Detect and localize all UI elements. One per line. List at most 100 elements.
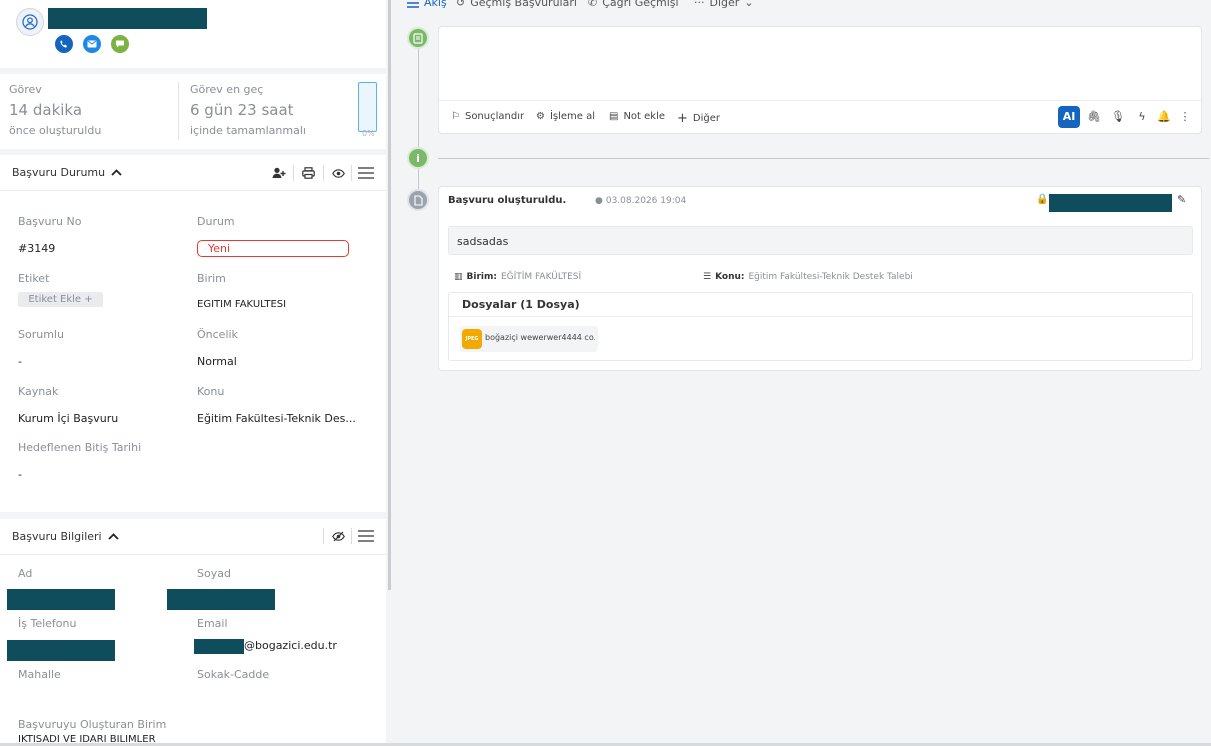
assign-user-icon[interactable] — [272, 166, 286, 180]
event-unit: ▥ Birim: EĞİTİM FAKÜLTESİ — [454, 272, 581, 282]
print-icon[interactable] — [301, 166, 315, 180]
event-subject-label: Konu: — [715, 272, 745, 282]
user-avatar-icon[interactable] — [16, 8, 44, 36]
chat-icon[interactable] — [111, 35, 129, 53]
created-value: 14 dakika — [9, 101, 83, 119]
menu-icon[interactable] — [358, 529, 374, 543]
tab-flow-label: Akış — [424, 0, 447, 9]
event-subject-value: Eğitim Fakültesi-Teknik Destek Talebi — [748, 272, 913, 282]
surname-label: Soyad — [197, 567, 231, 580]
application-no-label: Başvuru No — [18, 215, 82, 228]
tab-flow[interactable]: Akış — [407, 0, 447, 9]
menu-icon[interactable] — [358, 166, 374, 180]
add-note-button[interactable]: ▤ Not ekle — [609, 111, 665, 122]
add-note-label: Not ekle — [623, 111, 666, 122]
finalize-button[interactable]: ⚐ Sonuçlandır — [451, 111, 524, 122]
eye-icon[interactable] — [331, 166, 345, 180]
eye-slash-icon[interactable] — [331, 529, 345, 543]
flag-icon: ⚐ — [451, 111, 460, 122]
email-label: Email — [197, 617, 228, 630]
paperclip-icon[interactable]: 🖇 — [1087, 110, 1101, 123]
chevron-up-icon[interactable] — [107, 533, 119, 540]
lock-icon: 🔒 — [1036, 194, 1049, 205]
event-message-box: sadsadas — [448, 226, 1193, 255]
stats-divider — [178, 82, 179, 140]
resize-grip[interactable] — [388, 0, 391, 590]
left-panel: Görev 14 dakika önce oluşturuldu Görev e… — [0, 0, 386, 746]
redacted-email-user — [194, 639, 244, 654]
event-unit-value: EĞİTİM FAKÜLTESİ — [500, 272, 582, 282]
phone-icon[interactable] — [55, 35, 73, 53]
info-card: Başvuru Bilgileri Ad Soyad İş Telefonu E… — [0, 519, 386, 746]
list-icon: ☰ — [703, 272, 712, 282]
chevron-up-icon[interactable] — [111, 169, 122, 176]
kebab-menu-icon[interactable]: ⋮ — [1178, 110, 1192, 123]
progress-gauge — [358, 82, 377, 132]
lightning-icon[interactable]: ϟ — [1135, 110, 1149, 123]
redacted-event-user — [1049, 194, 1172, 212]
dots-icon: ··· — [694, 0, 705, 9]
unit-label: Birim — [197, 272, 226, 285]
info-toolbar-sep-1 — [323, 528, 324, 544]
progress-label: 0% — [362, 129, 375, 138]
mail-icon[interactable] — [83, 35, 101, 53]
priority-label: Öncelik — [197, 328, 238, 341]
due-label: Görev en geç — [190, 83, 264, 96]
info-header-divider — [0, 554, 386, 555]
due-sub: içinde tamamlanmalı — [190, 124, 306, 137]
due-value: 6 gün 23 saat — [190, 101, 294, 119]
district-label: Mahalle — [18, 668, 61, 681]
event-message: sadsadas — [457, 235, 509, 248]
owner-value: - — [18, 355, 22, 368]
status-card: Başvuru Durumu Başvuru No #3149 Durum Ye… — [0, 155, 386, 512]
redacted-phone-value — [7, 640, 115, 661]
target-date-value: - — [18, 468, 22, 481]
toolbar-sep-3 — [351, 165, 352, 181]
tab-other-label: Diğer — [709, 0, 740, 9]
tag-label: Etiket — [18, 272, 50, 285]
status-section-title-text: Başvuru Durumu — [12, 166, 106, 179]
application-no-value: #3149 — [18, 242, 56, 255]
phone-icon: ✆ — [588, 0, 598, 9]
status-label: Durum — [197, 215, 235, 228]
ai-button[interactable]: AI — [1058, 106, 1080, 128]
event-timestamp-wrap: ● 03.08.2026 19:04 — [595, 196, 686, 206]
tab-history[interactable]: ↺ Geçmiş Başvuruları — [456, 0, 577, 9]
stats-card: Görev 14 dakika önce oluşturuldu Görev e… — [0, 74, 386, 149]
toolbar-sep-2 — [323, 165, 324, 181]
redacted-name-value — [7, 589, 115, 610]
add-tag-button[interactable]: Etiket Ekle + — [18, 292, 103, 307]
info-toolbar-sep-2 — [351, 528, 352, 544]
process-button[interactable]: ⚙ İşleme al — [536, 111, 595, 122]
list-icon — [407, 1, 419, 8]
file-chip[interactable]: JPEG boğaziçi wewerwer4444 co... — [460, 326, 598, 352]
info-section-title[interactable]: Başvuru Bilgileri — [12, 530, 119, 543]
files-title: Dosyalar (1 Dosya) — [462, 298, 580, 311]
event-title: Başvuru oluşturuldu. — [448, 195, 567, 206]
bell-icon[interactable]: 🔔 — [1157, 110, 1171, 123]
right-panel: Akış ↺ Geçmiş Başvuruları ✆ Çağrı Geçmiş… — [392, 0, 1211, 746]
tab-calls[interactable]: ✆ Çağrı Geçmişi — [588, 0, 679, 9]
created-sub: önce oluşturuldu — [9, 124, 102, 137]
subject-label: Konu — [197, 385, 225, 398]
status-section-title[interactable]: Başvuru Durumu — [12, 166, 122, 179]
microphone-icon[interactable]: 🎙 — [1111, 110, 1125, 123]
email-domain: @bogazici.edu.tr — [244, 639, 337, 652]
edit-icon[interactable]: ✎ — [1177, 193, 1186, 206]
profile-card — [0, 0, 386, 68]
more-actions-label: Diğer — [692, 113, 720, 124]
file-name: boğaziçi wewerwer4444 co... — [485, 333, 595, 342]
owner-label: Sorumlu — [18, 328, 64, 341]
source-label: Kaynak — [18, 385, 59, 398]
finalize-label: Sonuçlandır — [464, 111, 525, 122]
work-phone-label: İş Telefonu — [18, 617, 77, 630]
status-badge[interactable]: Yeni — [197, 240, 349, 257]
target-date-label: Hedeflenen Bitiş Tarihi — [18, 441, 142, 454]
more-actions-button[interactable]: + Diğer — [677, 111, 720, 126]
tab-calls-label: Çağrı Geçmişi — [602, 0, 679, 9]
timeline-line — [418, 38, 419, 198]
composer-input[interactable] — [439, 27, 1201, 100]
subject-value: Eğitim Fakültesi-Teknik Des... — [197, 412, 356, 425]
priority-value: Normal — [197, 355, 237, 368]
tab-other[interactable]: ··· Diğer ⌄ — [694, 0, 754, 9]
